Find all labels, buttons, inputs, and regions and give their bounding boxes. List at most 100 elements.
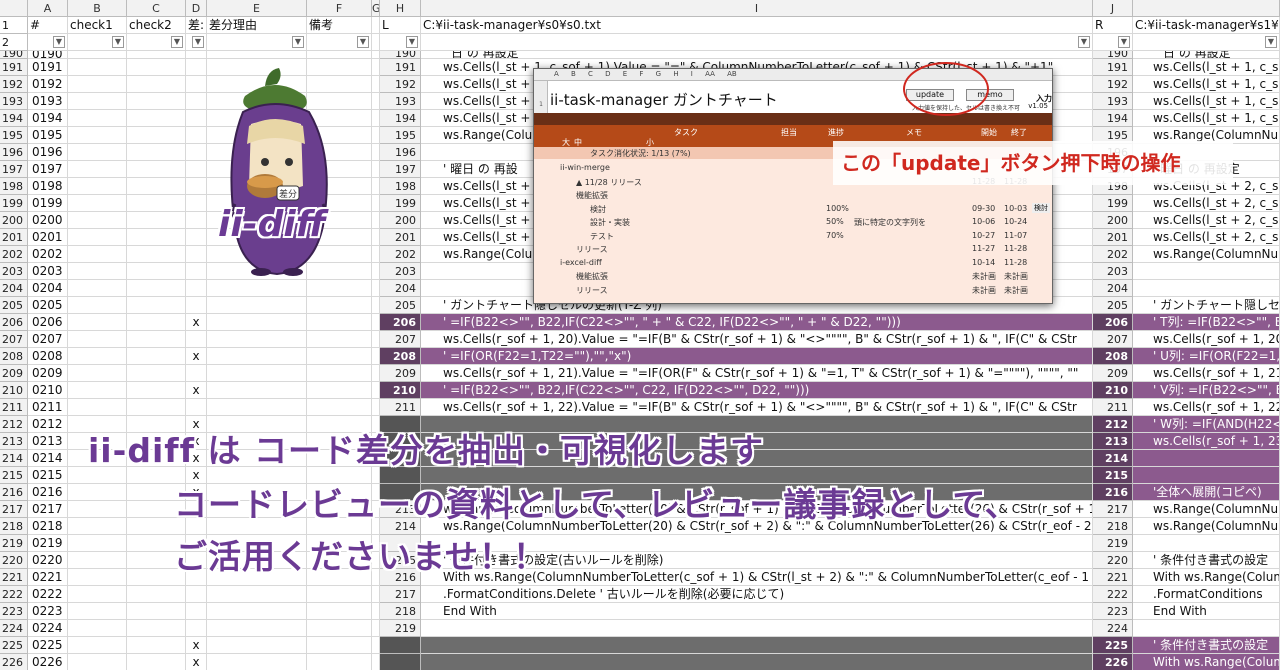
cell-check2[interactable]: [127, 246, 186, 263]
row-number[interactable]: 209: [0, 365, 28, 382]
cell-check1[interactable]: [68, 569, 127, 586]
cell-check2[interactable]: [127, 263, 186, 280]
cell-notes[interactable]: [307, 399, 372, 416]
row-number[interactable]: 213: [0, 433, 28, 450]
row-number[interactable]: 197: [0, 161, 28, 178]
cell-notes[interactable]: [307, 586, 372, 603]
cell-check1[interactable]: [68, 501, 127, 518]
row-number[interactable]: 220: [0, 552, 28, 569]
row-number[interactable]: 225: [0, 637, 28, 654]
row-number[interactable]: 223: [0, 603, 28, 620]
filter-dropdown-icon[interactable]: ▼: [1118, 36, 1130, 48]
cell-check2[interactable]: [127, 110, 186, 127]
filter-dropdown-icon[interactable]: ▼: [357, 36, 369, 48]
col-header-b[interactable]: B: [68, 0, 127, 17]
cell-notes[interactable]: [307, 620, 372, 637]
col-header-i[interactable]: I: [421, 0, 1093, 17]
cell-check2[interactable]: [127, 178, 186, 195]
cell-check1[interactable]: [68, 59, 127, 76]
cell-diff-reason[interactable]: [207, 654, 307, 670]
row-number[interactable]: 198: [0, 178, 28, 195]
cell-check2[interactable]: [127, 603, 186, 620]
cell-check2[interactable]: [127, 348, 186, 365]
row-number[interactable]: 194: [0, 110, 28, 127]
cell-check2[interactable]: [127, 654, 186, 670]
row-number[interactable]: 205: [0, 297, 28, 314]
cell-check2[interactable]: [127, 280, 186, 297]
cell-diff-reason[interactable]: [207, 586, 307, 603]
cell-check2[interactable]: [127, 314, 186, 331]
cell-notes[interactable]: [307, 603, 372, 620]
row-number[interactable]: 211: [0, 399, 28, 416]
cell-check2[interactable]: [127, 399, 186, 416]
filter-dropdown-icon[interactable]: ▼: [1265, 36, 1277, 48]
cell-check2[interactable]: [127, 297, 186, 314]
filter-dropdown-icon[interactable]: ▼: [112, 36, 124, 48]
cell-check1[interactable]: [68, 263, 127, 280]
cell-notes[interactable]: [307, 297, 372, 314]
cell-check1[interactable]: [68, 280, 127, 297]
row-number[interactable]: 221: [0, 569, 28, 586]
cell-check1[interactable]: [68, 535, 127, 552]
cell-notes[interactable]: [307, 331, 372, 348]
cell-diff-reason[interactable]: [207, 637, 307, 654]
row-number[interactable]: 199: [0, 195, 28, 212]
col-header-j[interactable]: J: [1093, 0, 1133, 17]
cell-diff-reason[interactable]: [207, 348, 307, 365]
cell-check2[interactable]: [127, 365, 186, 382]
cell-diff-reason[interactable]: [207, 314, 307, 331]
row-number[interactable]: 214: [0, 450, 28, 467]
col-header-a[interactable]: A: [28, 0, 68, 17]
cell-check1[interactable]: [68, 212, 127, 229]
cell-check1[interactable]: [68, 365, 127, 382]
cell-check1[interactable]: [68, 348, 127, 365]
cell-check1[interactable]: [68, 637, 127, 654]
cell-diff-reason[interactable]: [207, 603, 307, 620]
cell-diff-reason[interactable]: [207, 365, 307, 382]
cell-check2[interactable]: [127, 144, 186, 161]
select-all-corner[interactable]: [0, 0, 28, 17]
cell-check2[interactable]: [127, 637, 186, 654]
cell-check1[interactable]: [68, 127, 127, 144]
filter-dropdown-icon[interactable]: ▼: [53, 36, 65, 48]
col-header-e[interactable]: E: [207, 0, 307, 17]
cell-check1[interactable]: [68, 603, 127, 620]
col-header-f[interactable]: F: [307, 0, 372, 17]
cell-check1[interactable]: [68, 110, 127, 127]
cell-check1[interactable]: [68, 331, 127, 348]
cell-check2[interactable]: [127, 620, 186, 637]
cell-notes[interactable]: [307, 280, 372, 297]
cell-check1[interactable]: [68, 93, 127, 110]
col-header-g[interactable]: G: [372, 0, 380, 17]
cell-check2[interactable]: [127, 127, 186, 144]
filter-dropdown-icon[interactable]: ▼: [406, 36, 418, 48]
row-number[interactable]: 195: [0, 127, 28, 144]
row-number[interactable]: 191: [0, 59, 28, 76]
cell-diff-reason[interactable]: [207, 280, 307, 297]
cell-check1[interactable]: [68, 144, 127, 161]
cell-diff-reason[interactable]: [207, 399, 307, 416]
cell-check1[interactable]: [68, 620, 127, 637]
row-number[interactable]: 192: [0, 76, 28, 93]
cell-check2[interactable]: [127, 382, 186, 399]
cell-check1[interactable]: [68, 399, 127, 416]
cell-check1[interactable]: [68, 586, 127, 603]
row-number[interactable]: 210: [0, 382, 28, 399]
filter-dropdown-icon[interactable]: ▼: [192, 36, 204, 48]
row-number[interactable]: 226: [0, 654, 28, 670]
cell-check1[interactable]: [68, 552, 127, 569]
row-number[interactable]: 207: [0, 331, 28, 348]
filter-dropdown-icon[interactable]: ▼: [171, 36, 183, 48]
cell-notes[interactable]: [307, 654, 372, 670]
row-number[interactable]: 212: [0, 416, 28, 433]
row-number[interactable]: 2: [0, 34, 28, 51]
cell-check1[interactable]: [68, 178, 127, 195]
cell-check1[interactable]: [68, 195, 127, 212]
row-number[interactable]: 219: [0, 535, 28, 552]
cell-check2[interactable]: [127, 93, 186, 110]
cell-check1[interactable]: [68, 246, 127, 263]
cell-check1[interactable]: [68, 76, 127, 93]
cell-check2[interactable]: [127, 195, 186, 212]
cell-check1[interactable]: [68, 161, 127, 178]
cell-check1[interactable]: [68, 229, 127, 246]
